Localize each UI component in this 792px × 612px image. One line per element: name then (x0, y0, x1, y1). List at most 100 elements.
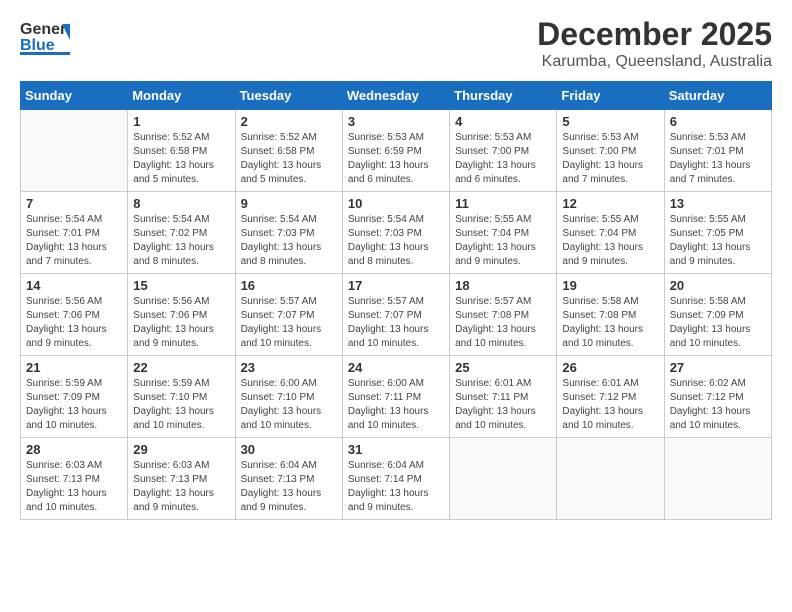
day-cell: 21 Sunrise: 5:59 AM Sunset: 7:09 PM Dayli… (21, 356, 128, 438)
week-row-5: 28Sunrise: 6:03 AM Sunset: 7:13 PM Dayli… (21, 438, 772, 520)
day-info: Sunrise: 5:56 AM Sunset: 7:06 PM Dayligh… (26, 295, 122, 351)
day-number: 15 (133, 278, 229, 293)
col-wednesday: Wednesday (342, 82, 449, 110)
header-row: Sunday Monday Tuesday Wednesday Thursday… (21, 82, 772, 110)
day-cell: 16Sunrise: 5:57 AM Sunset: 7:07 PM Dayli… (235, 274, 342, 356)
day-info: Sunrise: 5:52 AM Sunset: 6:58 PM Dayligh… (241, 131, 337, 187)
day-cell (664, 438, 771, 520)
day-info: Sunrise: 5:54 AM Sunset: 7:03 PM Dayligh… (348, 213, 444, 269)
title-area: December 2025 Karumba, Queensland, Austr… (537, 16, 772, 71)
day-number: 6 (670, 114, 766, 129)
day-number: 18 (455, 278, 551, 293)
svg-text:General: General (20, 21, 70, 38)
day-info: Sunrise: 6:02 AM Sunset: 7:12 PM Dayligh… (670, 377, 766, 433)
day-number: 22 (133, 360, 229, 375)
day-info: Sunrise: 5:55 AM Sunset: 7:04 PM Dayligh… (562, 213, 658, 269)
week-row-1: 1 Sunrise: 5:52 AM Sunset: 6:58 PM Daylig… (21, 110, 772, 192)
day-cell: 24 Sunrise: 6:00 AM Sunset: 7:11 PM Dayli… (342, 356, 449, 438)
day-info: Sunrise: 5:54 AM Sunset: 7:03 PM Dayligh… (241, 213, 337, 269)
logo-icon: General Blue (20, 16, 70, 60)
day-info: Sunrise: 6:03 AM Sunset: 7:13 PM Dayligh… (133, 459, 229, 515)
day-info: Sunrise: 5:59 AM Sunset: 7:10 PM Dayligh… (133, 377, 229, 433)
day-cell: 9 Sunrise: 5:54 AM Sunset: 7:03 PM Daylig… (235, 192, 342, 274)
col-thursday: Thursday (450, 82, 557, 110)
day-info: Sunrise: 5:53 AM Sunset: 7:01 PM Dayligh… (670, 131, 766, 187)
day-number: 5 (562, 114, 658, 129)
day-cell: 14 Sunrise: 5:56 AM Sunset: 7:06 PM Dayli… (21, 274, 128, 356)
day-number: 30 (241, 442, 337, 457)
day-info: Sunrise: 5:57 AM Sunset: 7:07 PM Dayligh… (348, 295, 444, 351)
day-cell: 27Sunrise: 6:02 AM Sunset: 7:12 PM Dayli… (664, 356, 771, 438)
day-info: Sunrise: 6:04 AM Sunset: 7:13 PM Dayligh… (241, 459, 337, 515)
week-row-2: 7Sunrise: 5:54 AM Sunset: 7:01 PM Daylig… (21, 192, 772, 274)
day-cell: 19Sunrise: 5:58 AM Sunset: 7:08 PM Dayli… (557, 274, 664, 356)
day-info: Sunrise: 5:53 AM Sunset: 6:59 PM Dayligh… (348, 131, 444, 187)
svg-text:Blue: Blue (20, 37, 55, 54)
day-cell: 25 Sunrise: 6:01 AM Sunset: 7:11 PM Dayli… (450, 356, 557, 438)
day-info: Sunrise: 5:58 AM Sunset: 7:08 PM Dayligh… (562, 295, 658, 351)
day-number: 9 (241, 196, 337, 211)
day-cell: 12Sunrise: 5:55 AM Sunset: 7:04 PM Dayli… (557, 192, 664, 274)
day-cell (450, 438, 557, 520)
day-cell: 7Sunrise: 5:54 AM Sunset: 7:01 PM Daylig… (21, 192, 128, 274)
header: General Blue December 2025 Karumba, Quee… (20, 16, 772, 71)
day-number: 16 (241, 278, 337, 293)
day-cell: 31Sunrise: 6:04 AM Sunset: 7:14 PM Dayli… (342, 438, 449, 520)
day-number: 11 (455, 196, 551, 211)
col-monday: Monday (128, 82, 235, 110)
day-info: Sunrise: 6:01 AM Sunset: 7:12 PM Dayligh… (562, 377, 658, 433)
day-info: Sunrise: 5:56 AM Sunset: 7:06 PM Dayligh… (133, 295, 229, 351)
location-title: Karumba, Queensland, Australia (537, 53, 772, 71)
day-info: Sunrise: 5:53 AM Sunset: 7:00 PM Dayligh… (562, 131, 658, 187)
day-info: Sunrise: 5:55 AM Sunset: 7:05 PM Dayligh… (670, 213, 766, 269)
day-info: Sunrise: 5:53 AM Sunset: 7:00 PM Dayligh… (455, 131, 551, 187)
day-info: Sunrise: 6:01 AM Sunset: 7:11 PM Dayligh… (455, 377, 551, 433)
day-number: 3 (348, 114, 444, 129)
day-cell: 20Sunrise: 5:58 AM Sunset: 7:09 PM Dayli… (664, 274, 771, 356)
day-cell: 5 Sunrise: 5:53 AM Sunset: 7:00 PM Daylig… (557, 110, 664, 192)
col-saturday: Saturday (664, 82, 771, 110)
day-info: Sunrise: 5:55 AM Sunset: 7:04 PM Dayligh… (455, 213, 551, 269)
day-number: 1 (133, 114, 229, 129)
day-number: 10 (348, 196, 444, 211)
day-number: 14 (26, 278, 122, 293)
day-cell (21, 110, 128, 192)
day-cell (557, 438, 664, 520)
col-sunday: Sunday (21, 82, 128, 110)
day-cell: 26 Sunrise: 6:01 AM Sunset: 7:12 PM Dayli… (557, 356, 664, 438)
day-number: 2 (241, 114, 337, 129)
day-info: Sunrise: 5:57 AM Sunset: 7:08 PM Dayligh… (455, 295, 551, 351)
day-cell: 2 Sunrise: 5:52 AM Sunset: 6:58 PM Daylig… (235, 110, 342, 192)
day-number: 17 (348, 278, 444, 293)
logo: General Blue (20, 16, 70, 60)
day-number: 24 (348, 360, 444, 375)
day-cell: 8Sunrise: 5:54 AM Sunset: 7:02 PM Daylig… (128, 192, 235, 274)
col-friday: Friday (557, 82, 664, 110)
day-number: 25 (455, 360, 551, 375)
week-row-4: 21 Sunrise: 5:59 AM Sunset: 7:09 PM Dayli… (21, 356, 772, 438)
day-number: 26 (562, 360, 658, 375)
month-title: December 2025 (537, 16, 772, 53)
day-cell: 1 Sunrise: 5:52 AM Sunset: 6:58 PM Daylig… (128, 110, 235, 192)
day-info: Sunrise: 6:00 AM Sunset: 7:11 PM Dayligh… (348, 377, 444, 433)
day-cell: 11 Sunrise: 5:55 AM Sunset: 7:04 PM Dayli… (450, 192, 557, 274)
day-cell: 29Sunrise: 6:03 AM Sunset: 7:13 PM Dayli… (128, 438, 235, 520)
day-cell: 18 Sunrise: 5:57 AM Sunset: 7:08 PM Dayli… (450, 274, 557, 356)
day-info: Sunrise: 5:52 AM Sunset: 6:58 PM Dayligh… (133, 131, 229, 187)
day-info: Sunrise: 5:58 AM Sunset: 7:09 PM Dayligh… (670, 295, 766, 351)
day-cell: 22 Sunrise: 5:59 AM Sunset: 7:10 PM Dayli… (128, 356, 235, 438)
day-cell: 17 Sunrise: 5:57 AM Sunset: 7:07 PM Dayli… (342, 274, 449, 356)
day-cell: 10 Sunrise: 5:54 AM Sunset: 7:03 PM Dayli… (342, 192, 449, 274)
day-cell: 28Sunrise: 6:03 AM Sunset: 7:13 PM Dayli… (21, 438, 128, 520)
calendar-container: General Blue December 2025 Karumba, Quee… (0, 0, 792, 612)
week-row-3: 14 Sunrise: 5:56 AM Sunset: 7:06 PM Dayli… (21, 274, 772, 356)
day-number: 21 (26, 360, 122, 375)
col-tuesday: Tuesday (235, 82, 342, 110)
day-info: Sunrise: 5:59 AM Sunset: 7:09 PM Dayligh… (26, 377, 122, 433)
day-cell: 30 Sunrise: 6:04 AM Sunset: 7:13 PM Dayli… (235, 438, 342, 520)
day-info: Sunrise: 6:03 AM Sunset: 7:13 PM Dayligh… (26, 459, 122, 515)
day-number: 23 (241, 360, 337, 375)
day-cell: 6 Sunrise: 5:53 AM Sunset: 7:01 PM Daylig… (664, 110, 771, 192)
day-cell: 23Sunrise: 6:00 AM Sunset: 7:10 PM Dayli… (235, 356, 342, 438)
day-info: Sunrise: 5:54 AM Sunset: 7:02 PM Dayligh… (133, 213, 229, 269)
